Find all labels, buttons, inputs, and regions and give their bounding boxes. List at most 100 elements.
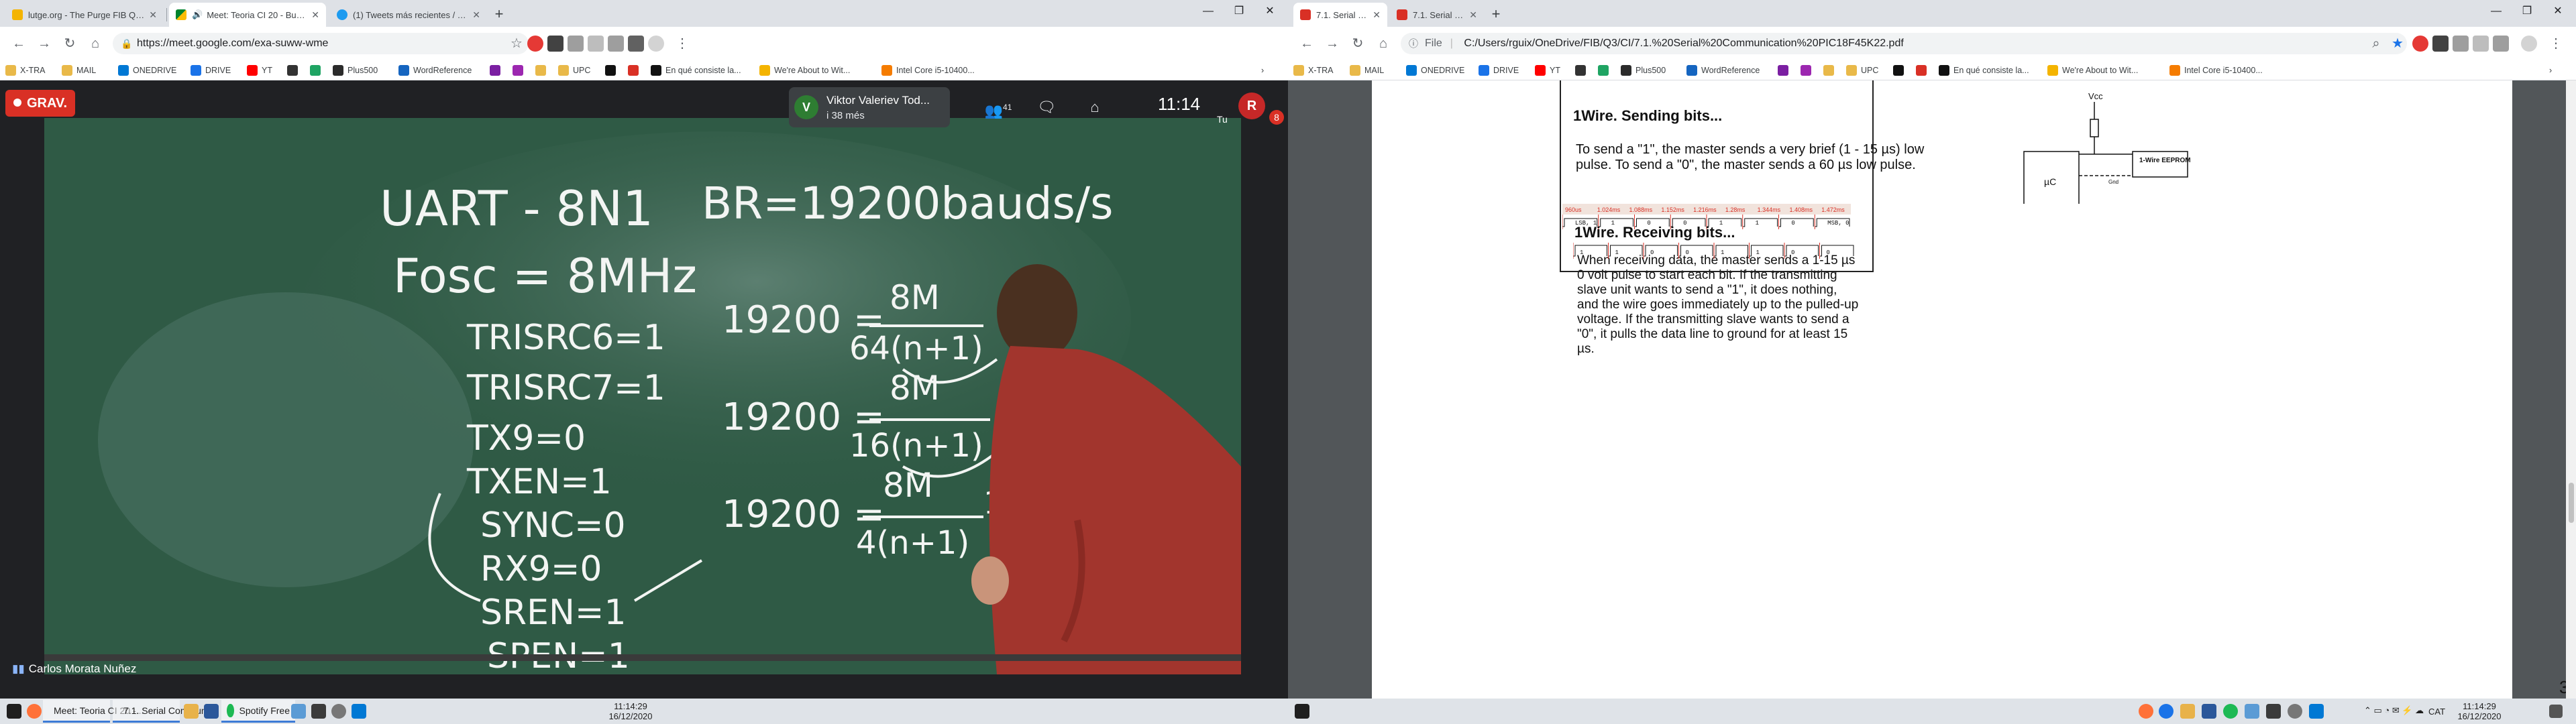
new-tab-button[interactable]: + [490, 5, 508, 24]
taskbar-app-meet[interactable]: Meet: Teoria CI 20 -... [43, 700, 144, 723]
bookmark-item[interactable] [1893, 64, 1908, 77]
profile-avatar-icon[interactable] [2521, 36, 2537, 52]
taskbar-app-pdf[interactable]: 7.1. Serial Communi... [113, 700, 217, 723]
close-icon[interactable]: ✕ [472, 9, 480, 21]
chrome-icon[interactable] [2159, 704, 2174, 719]
word-icon[interactable] [204, 704, 219, 719]
maximize-icon[interactable]: ❐ [1224, 0, 1254, 23]
close-window-icon[interactable]: ✕ [1254, 0, 1285, 23]
menu-kebab-icon[interactable]: ⋮ [2546, 34, 2565, 53]
reload-icon[interactable]: ↻ [60, 34, 79, 53]
minimize-icon[interactable]: — [1193, 0, 1224, 23]
scrollbar-thumb[interactable] [2569, 483, 2574, 523]
extension-icon[interactable] [547, 36, 564, 52]
bookmarks-overflow-icon[interactable]: › [2549, 64, 2552, 77]
tab-twitter[interactable]: (1) Tweets más recientes / Twitter ✕ [330, 3, 487, 27]
bookmark-item[interactable]: X-TRA [5, 64, 46, 77]
reload-icon[interactable]: ↻ [1348, 34, 1367, 53]
close-icon[interactable]: ✕ [1373, 9, 1381, 21]
bookmark-item[interactable]: ONEDRIVE [118, 64, 176, 77]
bookmark-item[interactable] [490, 64, 504, 77]
bookmark-item[interactable] [1801, 64, 1815, 77]
extension-icon[interactable] [628, 36, 644, 52]
firefox-icon[interactable] [2139, 704, 2153, 719]
bookmark-item[interactable]: WordReference [398, 64, 472, 77]
zoom-icon[interactable]: ⌕ [2367, 34, 2385, 53]
extension-icon[interactable] [588, 36, 604, 52]
bookmark-item[interactable]: Intel Core i5-10400... [2169, 64, 2263, 77]
scrollbar-track[interactable] [2566, 80, 2576, 699]
bookmark-item[interactable] [535, 64, 550, 77]
profile-avatar-icon[interactable] [648, 36, 664, 52]
bookmark-item[interactable]: WordReference [1686, 64, 1760, 77]
maximize-icon[interactable]: ❐ [2512, 0, 2542, 23]
address-bar[interactable]: ⓘ File | C:/Users/rguix/OneDrive/FIB/Q3/C… [1401, 33, 2407, 54]
spotify-icon[interactable] [2223, 704, 2238, 719]
extension-icon[interactable] [527, 36, 543, 52]
vscode-icon[interactable] [2309, 704, 2324, 719]
chat-button[interactable]: 🗨 [1033, 95, 1060, 119]
tab-pdf-2[interactable]: 7.1. Serial Communication PIC18F45K22 ✕ [1390, 3, 1484, 27]
bookmark-item[interactable] [628, 64, 643, 77]
taskbar-clock[interactable]: 11:14:29 16/12/2020 [2453, 701, 2506, 721]
extension-icon[interactable] [568, 36, 584, 52]
app-icon[interactable] [311, 704, 326, 719]
bookmark-item[interactable]: Plus500 [333, 64, 378, 77]
close-icon[interactable]: ✕ [311, 9, 319, 21]
bookmark-item[interactable]: Plus500 [1621, 64, 1666, 77]
forward-icon[interactable]: → [35, 34, 54, 53]
bookmark-item[interactable]: X-TRA [1293, 64, 1334, 77]
settings-gear-icon[interactable] [2288, 704, 2302, 719]
bookmark-item[interactable] [1823, 64, 1838, 77]
bookmark-item[interactable]: YT [247, 64, 272, 77]
bookmark-item[interactable]: DRIVE [191, 64, 231, 77]
bookmark-item[interactable] [1778, 64, 1792, 77]
bookmark-item[interactable]: ONEDRIVE [1406, 64, 1464, 77]
bookmarks-overflow-icon[interactable]: › [1261, 64, 1264, 77]
tray-icons[interactable]: ⌃ ▭ ◔ ✉ ⚡ ☁ [2364, 705, 2424, 716]
extension-icon[interactable] [2493, 36, 2509, 52]
bookmark-item[interactable]: MAIL [1350, 64, 1384, 77]
keyboard-language[interactable]: CAT [2428, 707, 2445, 717]
notifications-icon[interactable] [2549, 705, 2563, 718]
extension-icon[interactable] [2412, 36, 2428, 52]
new-tab-button[interactable]: + [1487, 5, 1505, 24]
forward-icon[interactable]: → [1323, 34, 1342, 53]
bookmark-item[interactable] [1575, 64, 1590, 77]
app-icon[interactable] [2245, 704, 2259, 719]
extension-icon[interactable] [2453, 36, 2469, 52]
participants-button[interactable]: 👥41 [979, 95, 1017, 119]
extension-icon[interactable] [2473, 36, 2489, 52]
address-bar[interactable]: 🔒 https://meet.google.com/exa-suww-wme [113, 33, 529, 54]
tab-pdf-1[interactable]: 7.1. Serial Communication PIC18F45K22 ✕ [1293, 3, 1387, 27]
bookmark-item[interactable]: DRIVE [1479, 64, 1519, 77]
bookmark-item[interactable]: MAIL [62, 64, 96, 77]
user-avatar[interactable]: R [1238, 93, 1265, 119]
settings-gear-icon[interactable] [331, 704, 346, 719]
bookmark-item[interactable] [605, 64, 620, 77]
taskbar-clock[interactable]: 11:14:29 16/12/2020 [604, 701, 657, 721]
bookmark-item[interactable] [310, 64, 325, 77]
firefox-icon[interactable] [27, 704, 42, 719]
app-icon[interactable] [2266, 704, 2281, 719]
back-icon[interactable]: ← [1297, 34, 1316, 53]
app-icon[interactable] [291, 704, 306, 719]
bookmark-item[interactable] [287, 64, 302, 77]
bookmark-item[interactable]: UPC [558, 64, 590, 77]
file-explorer-icon[interactable] [184, 704, 199, 719]
windows-start-icon[interactable] [1295, 704, 1309, 719]
bookmark-item[interactable]: UPC [1846, 64, 1878, 77]
bookmark-star-icon[interactable]: ☆ [507, 34, 526, 53]
taskbar-app-spotify[interactable]: Spotify Free [221, 700, 295, 723]
bookmark-item[interactable] [513, 64, 527, 77]
extension-icon[interactable] [2432, 36, 2449, 52]
activities-button[interactable]: ⌂ [1081, 95, 1108, 119]
speaker-audio-icon[interactable]: 🔊 [192, 9, 203, 20]
tab-lutge[interactable]: lutge.org - The Purge FIB Q1 20/21 ✕ [5, 3, 164, 27]
presenter-chip[interactable]: V Viktor Valeriev Tod... i 38 més [789, 87, 950, 127]
windows-start-icon[interactable] [7, 704, 21, 719]
menu-kebab-icon[interactable]: ⋮ [673, 34, 692, 53]
word-icon[interactable] [2202, 704, 2216, 719]
bookmark-item[interactable]: En qué consiste la... [651, 64, 741, 77]
bookmark-item[interactable]: En qué consiste la... [1939, 64, 2029, 77]
